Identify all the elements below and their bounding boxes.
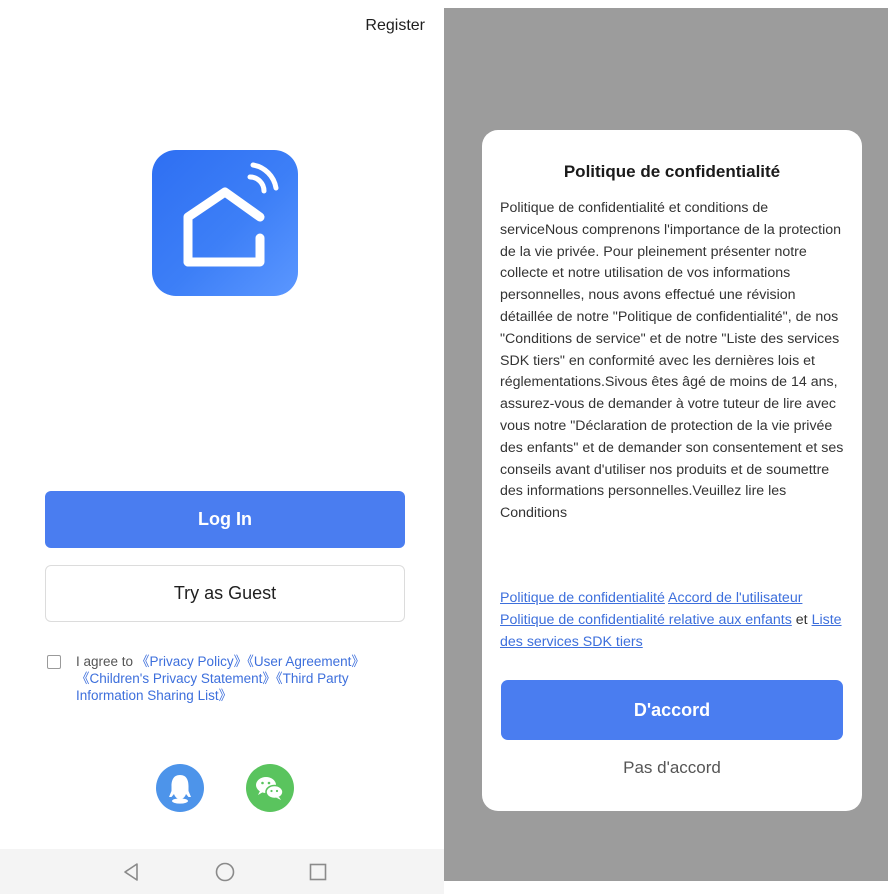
user-agreement-link[interactable]: 《User Agreement》 <box>247 654 365 669</box>
privacy-policy-link[interactable]: 《Privacy Policy》 <box>136 654 247 669</box>
top-margin <box>444 0 888 8</box>
accept-button[interactable]: D'accord <box>501 680 843 740</box>
app-logo <box>152 150 298 296</box>
links-conjunction: et <box>795 611 808 628</box>
children-privacy-link-fr[interactable]: Politique de confidentialité relative au… <box>500 612 792 628</box>
privacy-dialog: Politique de confidentialité Politique d… <box>482 130 862 811</box>
qq-icon <box>169 775 191 804</box>
login-screen: Register Log In Try as Guest I agree to 《… <box>0 0 444 894</box>
agreement-text: I agree to 《Privacy Policy》《User Agreemen… <box>76 653 406 704</box>
agree-prefix: I agree to <box>76 654 134 669</box>
privacy-policy-link-fr[interactable]: Politique de confidentialité <box>500 590 665 606</box>
children-privacy-link[interactable]: 《Children's Privacy Statement》 <box>76 671 276 686</box>
dialog-title: Politique de confidentialité <box>563 162 781 181</box>
back-icon[interactable] <box>121 861 141 883</box>
try-as-guest-button[interactable]: Try as Guest <box>45 565 405 622</box>
wechat-login-button[interactable] <box>246 764 294 812</box>
privacy-dialog-screen: Politique de confidentialité Politique d… <box>444 0 888 894</box>
dialog-links: Politique de confidentialité Accord de l… <box>500 588 850 653</box>
register-link[interactable]: Register <box>365 17 425 35</box>
login-button[interactable]: Log In <box>45 491 405 548</box>
wechat-icon <box>256 777 284 800</box>
dialog-body-text[interactable]: Politique de confidentialité et conditio… <box>500 198 848 572</box>
qq-login-button[interactable] <box>156 764 204 812</box>
smart-home-icon <box>183 162 279 267</box>
bottom-margin <box>444 881 888 894</box>
user-agreement-link-fr[interactable]: Accord de l'utilisateur <box>668 590 802 606</box>
recents-icon[interactable] <box>307 861 329 883</box>
decline-button[interactable]: Pas d'accord <box>482 758 862 778</box>
home-icon[interactable] <box>214 861 236 883</box>
agree-checkbox[interactable] <box>47 655 61 669</box>
system-navigation-bar <box>0 849 444 894</box>
